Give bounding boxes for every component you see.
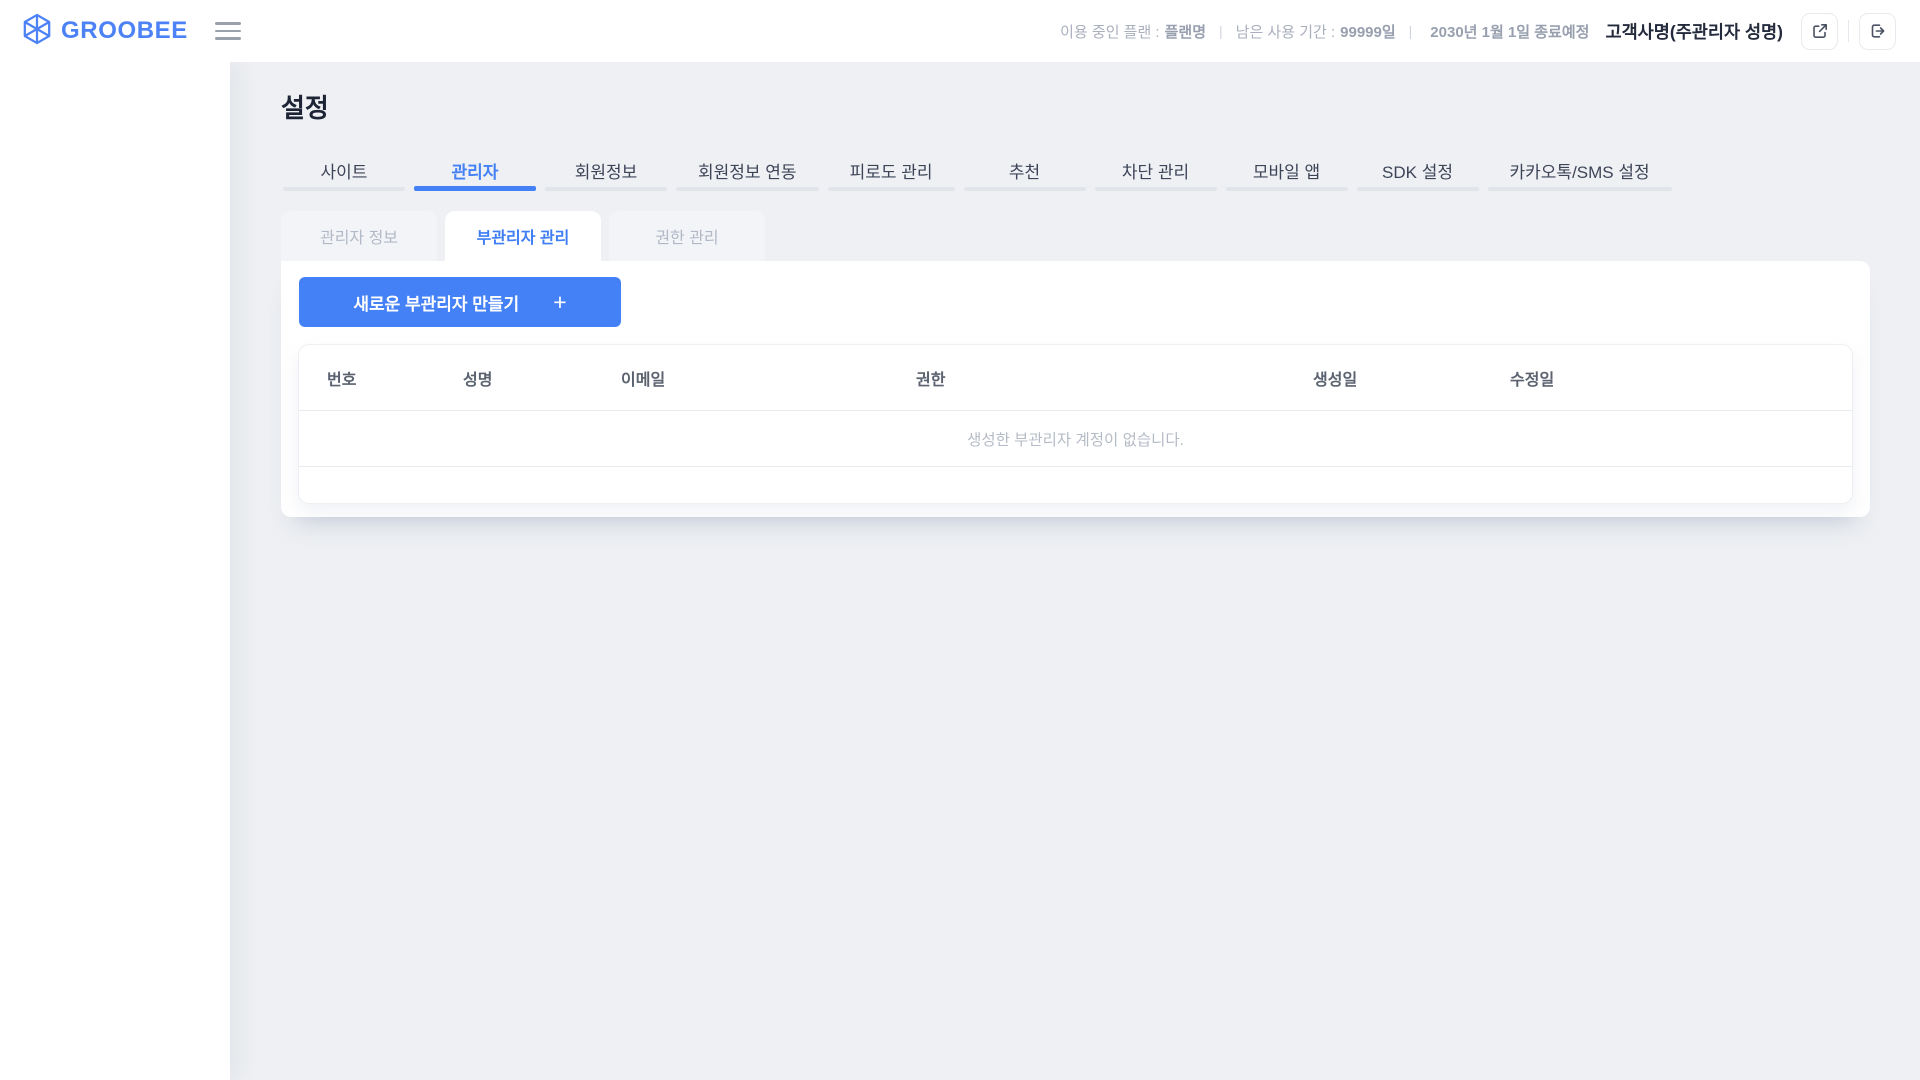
column-header-modified: 수정일 bbox=[1510, 366, 1852, 390]
left-sidebar bbox=[0, 62, 230, 1080]
duration-value: 99999일 bbox=[1340, 21, 1396, 42]
tab-block[interactable]: 차단 관리 bbox=[1093, 149, 1219, 191]
column-header-email: 이메일 bbox=[621, 366, 916, 390]
plan-value: 플랜명 bbox=[1165, 21, 1206, 42]
separator: | bbox=[1409, 23, 1413, 39]
subtab-subadmin-manage[interactable]: 부관리자 관리 bbox=[445, 211, 601, 261]
tab-member-sync[interactable]: 회원정보 연동 bbox=[674, 149, 821, 191]
tab-member-info[interactable]: 회원정보 bbox=[543, 149, 669, 191]
tab-site[interactable]: 사이트 bbox=[281, 149, 407, 191]
logout-button[interactable] bbox=[1859, 13, 1896, 50]
main-content: 설정 사이트 관리자 회원정보 회원정보 연동 피로도 관리 추천 차단 관리 … bbox=[230, 62, 1920, 1080]
tab-recommend[interactable]: 추천 bbox=[962, 149, 1088, 191]
create-subadmin-button[interactable]: 새로운 부관리자 만들기 + bbox=[299, 277, 621, 327]
table-header-row: 번호 성명 이메일 권한 생성일 수정일 bbox=[299, 345, 1852, 411]
brand-wordmark: GROOBEE bbox=[61, 17, 188, 45]
plus-icon: + bbox=[553, 291, 566, 314]
external-link-icon bbox=[1811, 22, 1829, 40]
table-footer-row bbox=[299, 467, 1852, 503]
table-empty-message: 생성한 부관리자 계정이 없습니다. bbox=[299, 411, 1852, 467]
page-title: 설정 bbox=[281, 88, 1870, 125]
topbar-right: 이용 중인 플랜 : 플랜명 | 남은 사용 기간 : 99999일 | 203… bbox=[1060, 13, 1896, 50]
subadmin-panel: 새로운 부관리자 만들기 + 번호 성명 이메일 권한 생성일 수정일 생성한 … bbox=[281, 261, 1870, 517]
tab-fatigue[interactable]: 피로도 관리 bbox=[826, 149, 957, 191]
tab-admin[interactable]: 관리자 bbox=[412, 149, 538, 191]
header-divider bbox=[1848, 20, 1849, 42]
column-header-number: 번호 bbox=[327, 366, 463, 390]
column-header-created: 생성일 bbox=[1313, 366, 1510, 390]
subtab-admin-info[interactable]: 관리자 정보 bbox=[281, 211, 437, 261]
logout-icon bbox=[1869, 22, 1887, 40]
hamburger-menu-icon[interactable] bbox=[215, 22, 241, 40]
column-header-name: 성명 bbox=[463, 366, 621, 390]
create-subadmin-label: 새로운 부관리자 만들기 bbox=[353, 290, 519, 315]
tab-kakao-sms[interactable]: 카카오톡/SMS 설정 bbox=[1486, 149, 1674, 191]
groobee-hexagon-icon bbox=[22, 13, 52, 50]
subadmin-table: 번호 성명 이메일 권한 생성일 수정일 생성한 부관리자 계정이 없습니다. bbox=[299, 345, 1852, 503]
duration-label: 남은 사용 기간 : bbox=[1236, 21, 1335, 42]
separator: | bbox=[1219, 23, 1223, 39]
external-link-button[interactable] bbox=[1801, 13, 1838, 50]
admin-subtab-bar: 관리자 정보 부관리자 관리 권한 관리 bbox=[281, 211, 1870, 261]
tab-mobile-app[interactable]: 모바일 앱 bbox=[1224, 149, 1350, 191]
user-name: 고객사명(주관리자 성명) bbox=[1605, 19, 1783, 44]
brand-logo[interactable]: GROOBEE bbox=[22, 13, 188, 50]
plan-label: 이용 중인 플랜 : bbox=[1060, 21, 1159, 42]
plan-info: 이용 중인 플랜 : 플랜명 | 남은 사용 기간 : 99999일 | 203… bbox=[1060, 21, 1589, 42]
column-header-permission: 권한 bbox=[916, 366, 1313, 390]
tab-sdk[interactable]: SDK 설정 bbox=[1355, 149, 1481, 191]
subtab-permission[interactable]: 권한 관리 bbox=[609, 211, 765, 261]
expiry-value: 2030년 1월 1일 종료예정 bbox=[1430, 21, 1589, 42]
top-header: GROOBEE 이용 중인 플랜 : 플랜명 | 남은 사용 기간 : 9999… bbox=[0, 0, 1920, 62]
settings-tab-bar: 사이트 관리자 회원정보 회원정보 연동 피로도 관리 추천 차단 관리 모바일… bbox=[281, 149, 1870, 191]
